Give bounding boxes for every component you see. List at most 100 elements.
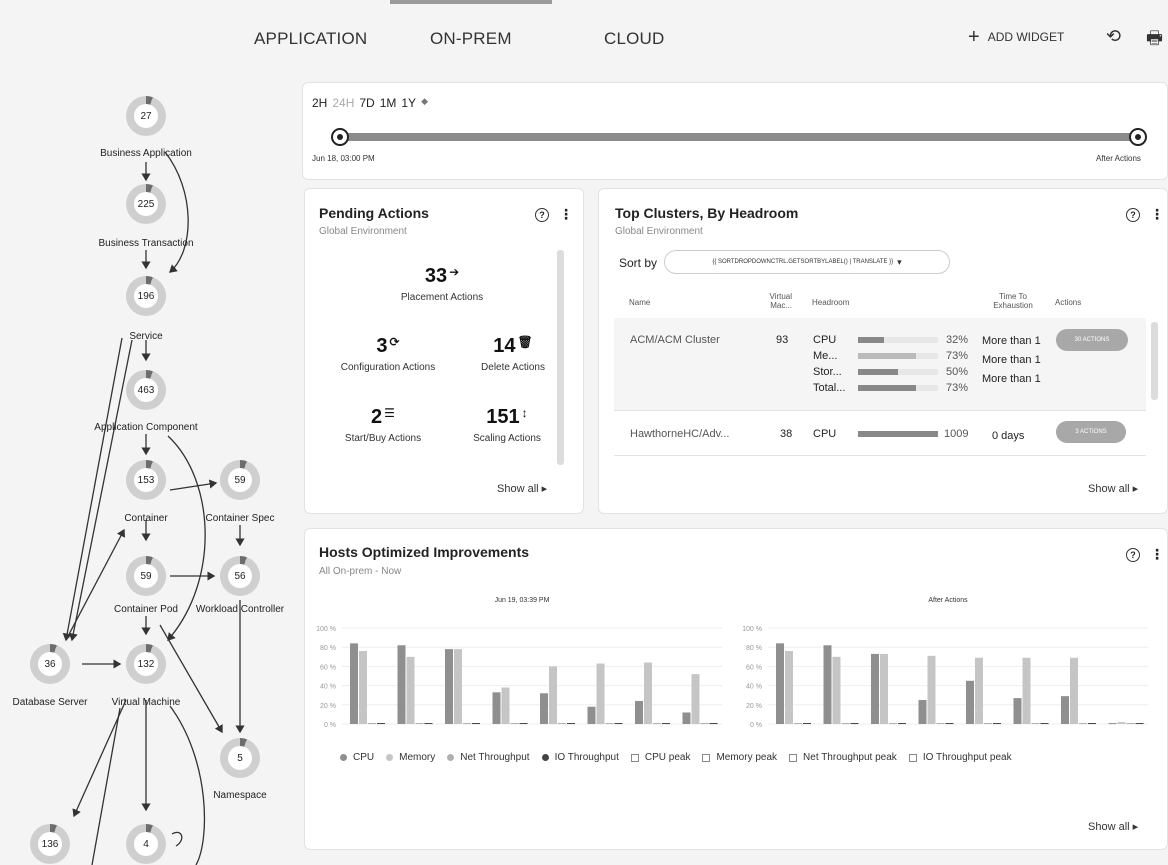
- column-header-name[interactable]: Name: [629, 298, 650, 307]
- node-bottom-mid[interactable]: 4: [126, 824, 166, 864]
- node-container[interactable]: 153: [126, 460, 166, 500]
- print-icon[interactable]: 🖶: [1146, 26, 1163, 56]
- chart-title: Jun 19, 03:39 PM: [495, 597, 550, 604]
- add-widget-button[interactable]: + ADD WIDGET: [968, 27, 1065, 47]
- node-container-spec[interactable]: 59: [220, 460, 260, 500]
- show-all-link[interactable]: Show all ▸: [1088, 820, 1138, 833]
- help-icon[interactable]: ?: [1126, 548, 1140, 562]
- column-header-actions: Actions: [1055, 298, 1082, 307]
- bar-memory: [359, 651, 367, 724]
- start-buy-actions[interactable]: 2 ☰ Start/Buy Actions: [345, 406, 421, 444]
- bar-memory: [406, 656, 415, 724]
- headroom-percent: 73%: [946, 350, 969, 362]
- timeline-end-handle[interactable]: [1129, 128, 1147, 146]
- show-all-link[interactable]: Show all ▸: [1088, 482, 1138, 495]
- node-database-server[interactable]: 36: [30, 644, 70, 684]
- bar-io-throughput: [1135, 723, 1144, 725]
- node-business-transaction[interactable]: 225: [126, 184, 166, 224]
- history-icon[interactable]: ⟲: [1106, 26, 1121, 47]
- column-header-vms[interactable]: Virtual Mac...: [760, 292, 792, 310]
- node-container-pod[interactable]: 59: [126, 556, 166, 596]
- tab-on-prem[interactable]: ON-PREM: [430, 29, 512, 49]
- headroom-percent: 73%: [946, 382, 969, 394]
- bar-net-throughput: [794, 723, 802, 725]
- top-clusters-subtitle: Global Environment: [615, 226, 703, 237]
- headroom-metric: CPU: [813, 428, 837, 440]
- tab-application[interactable]: APPLICATION: [254, 29, 367, 49]
- range-7d[interactable]: 7D: [359, 96, 374, 110]
- help-icon[interactable]: ?: [535, 208, 549, 222]
- legend-item-net-throughput-peak[interactable]: Net Throughput peak: [789, 752, 897, 763]
- placement-actions[interactable]: 33 ➔ Placement Actions: [401, 265, 483, 303]
- bar-net-throughput: [841, 723, 850, 725]
- sort-by-label: Sort by: [619, 256, 658, 270]
- kebab-menu-icon[interactable]: ⋮: [559, 206, 573, 223]
- bar-io-throughput: [472, 723, 480, 725]
- refresh-icon: ⟳: [389, 335, 400, 349]
- clusters-scrollbar[interactable]: [1151, 322, 1158, 400]
- cluster-name[interactable]: ACM/ACM Cluster: [630, 334, 720, 346]
- bar-io-throughput: [614, 723, 623, 725]
- cluster-actions-button[interactable]: 3 ACTIONS: [1056, 421, 1126, 443]
- node-label: Container: [124, 513, 168, 524]
- scaling-actions[interactable]: 151 ↕ Scaling Actions: [473, 406, 541, 444]
- help-icon[interactable]: ?: [1126, 208, 1140, 222]
- configuration-actions[interactable]: 3 ⟳ Configuration Actions: [341, 335, 436, 373]
- bar-cpu: [492, 692, 501, 724]
- timeline-start-handle[interactable]: [331, 128, 349, 146]
- node-application-component[interactable]: 463: [126, 370, 166, 410]
- bar-cpu: [966, 680, 974, 724]
- node-namespace[interactable]: 5: [220, 738, 260, 778]
- headroom-bar: [858, 385, 938, 391]
- delete-actions[interactable]: 14 🗑 Delete Actions: [481, 335, 545, 373]
- legend-item-cpu-peak[interactable]: CPU peak: [630, 752, 690, 763]
- legend-swatch: [630, 753, 639, 762]
- column-header-exhaustion[interactable]: Time To Exhaustion: [984, 292, 1042, 310]
- y-tick-label: 60 %: [746, 664, 762, 671]
- node-workload-controller[interactable]: 56: [220, 556, 260, 596]
- bar-net-throughput: [1031, 723, 1040, 725]
- range-1m[interactable]: 1M: [380, 96, 397, 110]
- node-virtual-machine[interactable]: 132: [126, 644, 166, 684]
- range-toggle-icon[interactable]: ◆: [421, 96, 428, 110]
- node-label: Business Application: [100, 148, 192, 159]
- cluster-actions-button[interactable]: 30 ACTIONS: [1056, 329, 1128, 351]
- bar-cpu: [823, 645, 832, 724]
- bar-io-throughput: [803, 723, 811, 725]
- range-2h[interactable]: 2H: [312, 96, 327, 110]
- node-service[interactable]: 196: [126, 276, 166, 316]
- legend-item-memory[interactable]: Memory: [386, 752, 435, 763]
- y-tick-label: 60 %: [320, 664, 336, 671]
- range-24h[interactable]: 24H: [332, 96, 354, 110]
- bar-net-throughput: [1079, 723, 1087, 725]
- range-1y[interactable]: 1Y: [401, 96, 416, 110]
- add-widget-label: ADD WIDGET: [987, 30, 1065, 44]
- kebab-menu-icon[interactable]: ⋮: [1150, 546, 1164, 563]
- bar-memory: [1070, 657, 1078, 724]
- legend-item-io-throughput[interactable]: IO Throughput: [541, 752, 619, 763]
- node-bottom-left[interactable]: 136: [30, 824, 70, 864]
- kebab-menu-icon[interactable]: ⋮: [1150, 206, 1164, 223]
- bar-io-throughput: [850, 723, 859, 725]
- y-tick-label: 0 %: [324, 722, 336, 729]
- legend-item-memory-peak[interactable]: Memory peak: [702, 752, 777, 763]
- time-to-exhaustion: More than 1: [982, 335, 1041, 347]
- list-icon: ☰: [384, 406, 395, 420]
- sort-by-dropdown[interactable]: {{ SORTDROPDOWNCTRL.GETSORTBYLABEL() | T…: [664, 250, 950, 274]
- tab-cloud[interactable]: CLOUD: [604, 29, 665, 49]
- bar-net-throughput: [558, 723, 566, 725]
- bar-io-throughput: [709, 723, 718, 725]
- pending-actions-scrollbar[interactable]: [557, 250, 564, 465]
- chart-after-actions: After Actions 100 % 80 % 60 % 40 % 20 % 0 %: [742, 597, 1148, 729]
- node-business-application[interactable]: 27: [126, 96, 166, 136]
- legend-item-cpu[interactable]: CPU: [340, 752, 374, 763]
- timeline-track[interactable]: [338, 133, 1138, 141]
- chart-legend: CPU Memory Net Throughput IO Throughput …: [340, 752, 1012, 763]
- legend-item-io-throughput-peak[interactable]: IO Throughput peak: [908, 752, 1012, 763]
- y-tick-label: 20 %: [320, 703, 336, 710]
- column-header-headroom[interactable]: Headroom: [812, 298, 849, 307]
- supply-chain-panel: 27 Business Application 225 Business Tra…: [0, 80, 300, 865]
- show-all-link[interactable]: Show all ▸: [497, 482, 547, 495]
- cluster-name[interactable]: HawthorneHC/Adv...: [630, 428, 729, 440]
- legend-item-net-throughput[interactable]: Net Throughput: [447, 752, 530, 763]
